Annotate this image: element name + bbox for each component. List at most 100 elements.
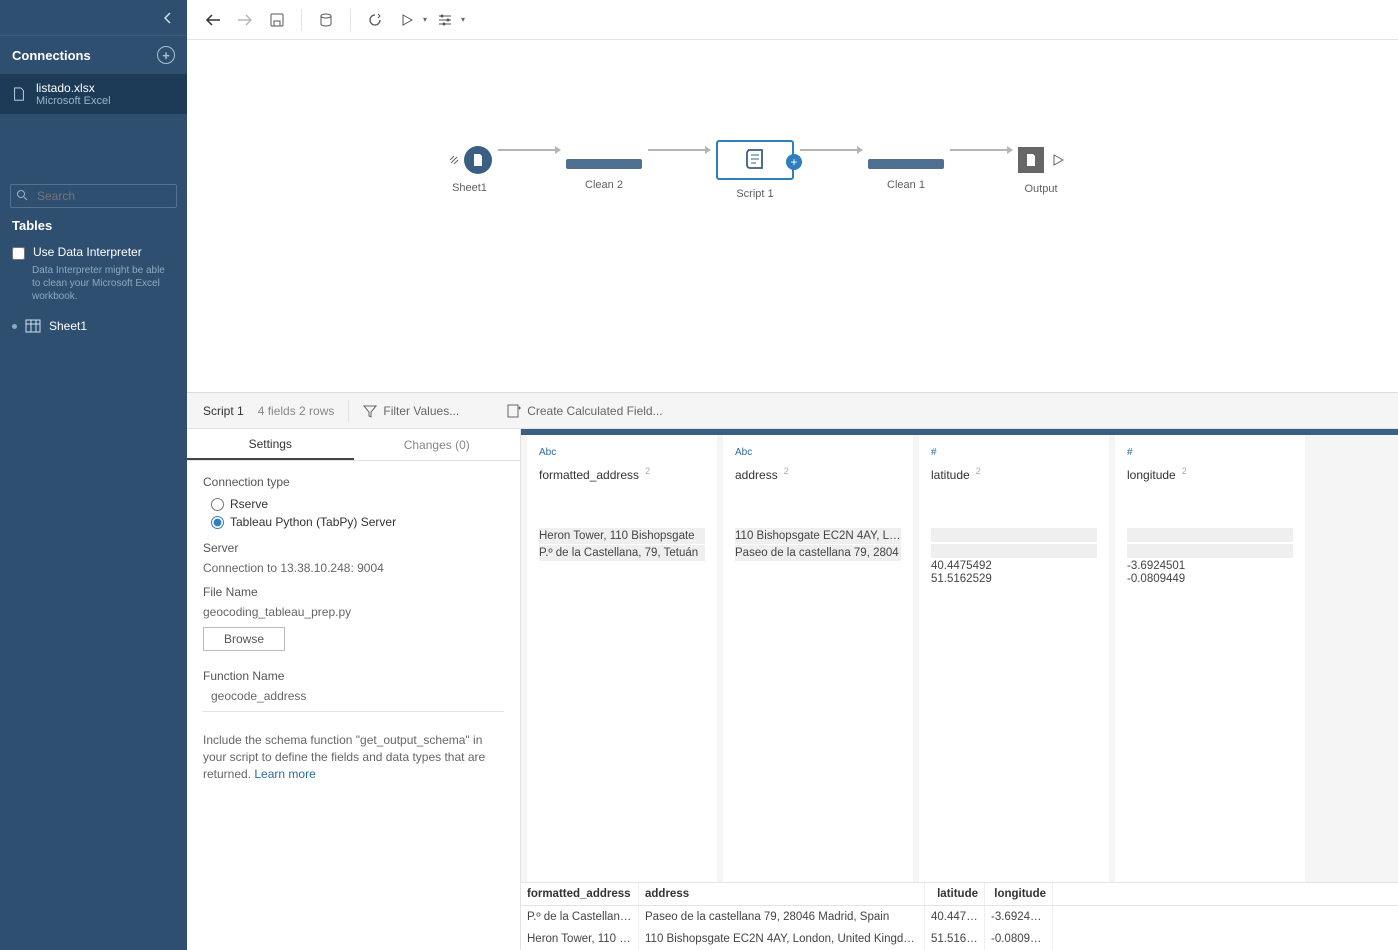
table-name: Sheet1 [49,319,87,333]
histogram-bar[interactable] [1127,528,1293,542]
cell: 40.44754 [925,906,985,928]
chevron-down-icon[interactable]: ▾ [423,15,427,24]
table-row[interactable]: P.º de la Castellana, 7 Paseo de la cast… [521,906,1398,928]
table-dot-icon [12,324,17,329]
add-step-icon[interactable]: + [786,154,802,170]
flow-nodes: Sheet1 Clean 2 + Script 1 Clean 1 [447,140,1064,180]
separator-icon [203,711,504,712]
arrow-icon [800,149,862,151]
tab-changes[interactable]: Changes (0) [354,429,521,460]
cell: -0.0809449 [985,928,1053,950]
run-output-icon[interactable] [1052,153,1064,167]
field-count: 2 [1182,466,1187,476]
filename-label: File Name [203,585,504,599]
settings-tabs: Settings Changes (0) [187,429,520,461]
profile-card[interactable]: # longitude2 -3.6924501 -0.0809449 [1115,435,1305,882]
radio-tabpy[interactable]: Tableau Python (TabPy) Server [203,513,504,531]
interpreter-desc: Data Interpreter might be able to clean … [0,264,187,313]
flow-canvas[interactable]: Sheet1 Clean 2 + Script 1 Clean 1 [187,40,1398,392]
col-header[interactable]: address [639,883,925,905]
field-type: # [931,447,1097,458]
cell: 110 Bishopsgate EC2N 4AY, London, United… [639,928,925,950]
refresh-button[interactable] [361,6,389,34]
value-item[interactable]: Heron Tower, 110 Bishopsgate [539,528,705,544]
server-label: Server [203,541,504,555]
run-button[interactable] [393,6,421,34]
interpreter-checkbox[interactable] [12,247,25,260]
sidebar: Connections + listado.xlsx Microsoft Exc… [0,0,187,950]
forward-button[interactable] [231,6,259,34]
calc-label: Create Calculated Field... [527,404,662,418]
value-item[interactable]: Paseo de la castellana 79, 2804 [735,545,901,561]
save-button[interactable] [263,6,291,34]
profile-card[interactable]: # latitude2 40.4475492 51.5162529 [919,435,1109,882]
radio-input[interactable] [211,516,224,529]
flow-node-clean[interactable]: Clean 2 [566,151,642,169]
histogram-bar[interactable] [931,528,1097,542]
cell: P.º de la Castellana, 7 [521,906,639,928]
connection-item[interactable]: listado.xlsx Microsoft Excel [0,74,187,114]
profile-cards: Abc formatted_address 2 Heron Tower, 110 … [521,435,1398,882]
table-item[interactable]: Sheet1 [0,313,187,339]
col-header[interactable]: latitude [925,883,985,905]
field-type: Abc [539,447,705,458]
settings-button[interactable] [431,6,459,34]
table-header-row: formatted_address address latitude longi… [521,883,1398,906]
tab-settings[interactable]: Settings [187,429,354,460]
separator-icon [348,400,349,422]
link-icon [447,153,461,167]
col-header[interactable]: formatted_address [521,883,639,905]
node-label: Sheet1 [452,182,487,194]
output-node-icon [1018,147,1044,173]
field-count: 2 [784,466,789,476]
data-button[interactable] [312,6,340,34]
schema-text: Include the schema function "get_output_… [203,733,485,781]
add-connection-icon[interactable]: + [157,46,175,64]
radio-rserve[interactable]: Rserve [203,495,504,513]
filter-icon [363,404,377,418]
browse-button[interactable]: Browse [203,627,285,651]
field-type: # [1127,447,1293,458]
histogram-bar[interactable] [1127,544,1293,558]
filter-values-button[interactable]: Filter Values... [363,404,459,418]
connection-type: Microsoft Excel [36,95,111,107]
field-name: longitude [1127,468,1176,482]
flow-node-script[interactable]: + Script 1 [716,140,794,180]
settings-pane: Settings Changes (0) Connection type Rse… [187,429,521,950]
value-item[interactable]: 110 Bishopsgate EC2N 4AY, Lon [735,528,901,544]
interpreter-row[interactable]: Use Data Interpreter [0,241,187,264]
separator-icon [350,9,351,31]
value-item: 51.5162529 [931,573,1097,585]
connection-text: listado.xlsx Microsoft Excel [36,81,111,107]
learn-more-link[interactable]: Learn more [254,767,315,781]
funcname-value: geocode_address [203,689,504,703]
value-item[interactable]: P.º de la Castellana, 79, Tetuán [539,545,705,561]
field-name: formatted_address [539,468,639,482]
profile-card[interactable]: Abc formatted_address 2 Heron Tower, 110 … [527,435,717,882]
search-wrap [0,184,187,218]
flow-node-clean[interactable]: Clean 1 [868,151,944,169]
arrow-icon [950,149,1012,151]
field-values: 110 Bishopsgate EC2N 4AY, Lon Paseo de l… [723,488,913,574]
node-label: Output [1024,183,1057,195]
profile-card[interactable]: Abc address2 110 Bishopsgate EC2N 4AY, L… [723,435,913,882]
col-header[interactable]: longitude [985,883,1053,905]
search-input[interactable] [10,184,177,208]
flow-node-output[interactable]: Output [1018,147,1064,173]
table-icon [25,319,41,333]
settings-content: Connection type Rserve Tableau Python (T… [187,461,520,950]
histogram-bar[interactable] [931,544,1097,558]
radio-input[interactable] [211,498,224,511]
script-node-icon: + [716,140,794,180]
back-button[interactable] [199,6,227,34]
node-label: Clean 1 [887,179,925,191]
table-row[interactable]: Heron Tower, 110 Bis 110 Bishopsgate EC2… [521,928,1398,950]
input-node-icon [464,146,492,174]
data-pane: Abc formatted_address 2 Heron Tower, 110 … [521,429,1398,950]
flow-node-input[interactable]: Sheet1 [447,146,492,174]
file-icon [12,87,26,101]
collapse-icon[interactable] [159,9,177,27]
field-count: 2 [645,466,650,476]
calc-field-button[interactable]: Create Calculated Field... [507,404,662,418]
chevron-down-icon[interactable]: ▾ [461,15,465,24]
